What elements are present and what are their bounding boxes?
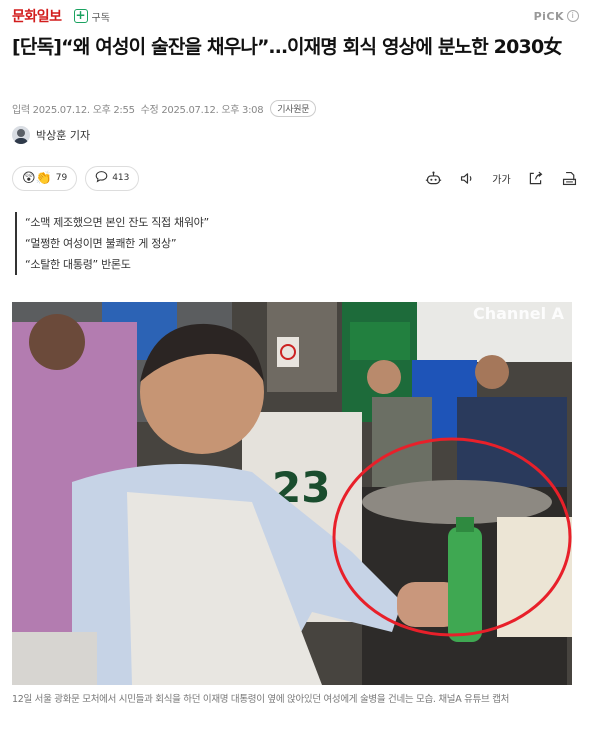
audio-icon[interactable]	[458, 169, 477, 188]
article-photo[interactable]: 23 Channel A	[12, 302, 572, 685]
subscribe-label: 구독	[91, 12, 110, 24]
comment-count: 413	[112, 173, 130, 183]
article-summary: “소맥 제조했으면 본인 잔도 직접 채워야” “멀쩡한 여성이면 불쾌한 게 …	[15, 212, 209, 275]
edit-time: 수정 2025.07.12. 오후 3:08	[140, 104, 264, 116]
summary-line: “소맥 제조했으면 본인 잔도 직접 채워야”	[25, 216, 209, 229]
font-size-icon[interactable]: 가가	[492, 169, 511, 188]
photo-overlay-text: Channel A	[473, 304, 564, 323]
share-icon[interactable]	[526, 169, 545, 188]
summary-line: “소탈한 대통령” 반론도	[25, 258, 131, 271]
reporter-name: 박상훈 기자	[36, 129, 91, 142]
article-meta: 입력 2025.07.12. 오후 2:55 수정 2025.07.12. 오후…	[12, 99, 317, 117]
article-title: [단독]“왜 여성이 술잔을 채우나”…이재명 회식 영상에 분노한 2030女	[12, 36, 562, 58]
reaction-icon: 😲👏	[22, 170, 52, 186]
reaction-count: 79	[55, 173, 68, 183]
reaction-button[interactable]: 😲👏 79	[12, 165, 78, 191]
print-icon[interactable]	[560, 169, 579, 188]
reporter-byline[interactable]: 박상훈 기자	[12, 126, 90, 144]
pick-label: PiCK	[533, 9, 564, 23]
plus-icon: +	[73, 8, 88, 23]
pick-badge[interactable]: PiCK i	[534, 10, 579, 23]
photo-caption: 12일 서울 광화문 모처에서 시민들과 회식을 하던 이재명 대통령이 옆에 …	[12, 694, 510, 705]
summary-line: “멀쩡한 여성이면 불쾌한 게 정상”	[25, 237, 177, 250]
original-article-button[interactable]: 기사원문	[270, 99, 317, 117]
info-icon[interactable]: i	[567, 10, 579, 22]
action-bar: 😲👏 79 413 가가	[12, 165, 579, 191]
input-time: 입력 2025.07.12. 오후 2:55	[12, 104, 135, 116]
summary-bot-icon[interactable]	[424, 169, 443, 188]
comment-icon	[95, 170, 108, 186]
reporter-avatar	[12, 126, 30, 144]
comment-button[interactable]: 413	[85, 165, 140, 191]
top-bar: 문화일보 + 구독 PiCK i	[12, 6, 579, 26]
subscribe-button[interactable]: + 구독	[73, 8, 110, 24]
publisher-logo[interactable]: 문화일보	[12, 6, 62, 26]
article-tools: 가가	[424, 169, 579, 188]
